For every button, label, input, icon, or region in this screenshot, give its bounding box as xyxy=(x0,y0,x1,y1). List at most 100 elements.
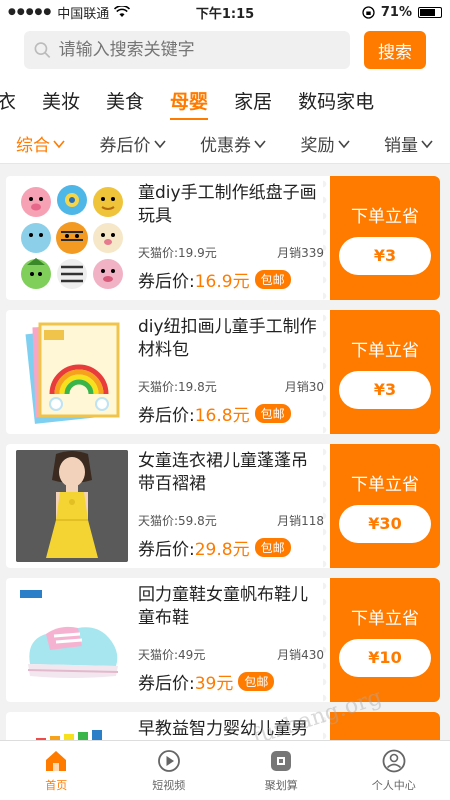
product-meta: 天猫价:19.9元 月销339 xyxy=(138,244,324,261)
order-save-label: 下单立省 xyxy=(351,608,419,629)
order-save-panel[interactable]: 下单立省 ¥3 xyxy=(323,310,440,434)
search-icon xyxy=(34,42,51,58)
product-info: 女童连衣裙儿童蓬蓬吊带百褶裙 天猫价:59.8元 月销118 券后价: 29.8… xyxy=(128,444,330,568)
search-input[interactable] xyxy=(58,40,350,60)
category-tab-food[interactable]: 美食 xyxy=(93,76,157,124)
category-tab-electronics[interactable]: 数码家电 xyxy=(285,76,387,124)
monthly-sales: 月销30 xyxy=(284,380,324,394)
sort-tab-label: 奖励 xyxy=(300,136,335,156)
savings-button[interactable]: ¥3 xyxy=(339,236,431,275)
category-tab-baby[interactable]: 母婴 xyxy=(157,76,221,124)
coupon-price: 29.8元 xyxy=(194,540,250,560)
category-tab-home[interactable]: 家居 xyxy=(221,76,285,124)
product-image-paper-plate-crafts xyxy=(16,182,128,294)
product-image-girls-dress xyxy=(16,450,128,562)
category-tab-beauty[interactable]: 美妆 xyxy=(29,76,93,124)
tmall-price: 天猫价:19.9元 xyxy=(138,246,217,260)
search-row: 搜索 xyxy=(0,24,450,76)
coupon-price-line: 券后价: 16.8元 包邮 xyxy=(138,401,324,426)
product-card[interactable]: 回力童鞋女童帆布鞋儿童布鞋 天猫价:49元 月销430 券后价: 39元 包邮 … xyxy=(6,578,440,702)
savings-button[interactable]: ¥3 xyxy=(339,370,431,409)
chevron-down-icon xyxy=(337,139,350,148)
product-meta: 天猫价:49元 月销430 xyxy=(138,646,324,663)
bottom-tab-bar: 首页 短视频 聚划算 个人中心 xyxy=(0,740,450,800)
product-meta: 天猫价:59.8元 月销118 xyxy=(138,512,324,529)
tab-home[interactable]: 首页 xyxy=(0,741,113,800)
product-card[interactable]: diy纽扣画儿童手工制作材料包 天猫价:19.8元 月销30 券后价: 16.8… xyxy=(6,310,440,434)
sort-tab-reward[interactable]: 奖励 xyxy=(301,131,351,156)
coupon-price-label: 券后价: xyxy=(138,540,195,560)
free-shipping-badge: 包邮 xyxy=(254,404,291,423)
tab-label: 短视频 xyxy=(152,779,186,792)
coupon-price-line: 券后价: 29.8元 包邮 xyxy=(138,535,324,560)
chevron-down-icon xyxy=(421,139,433,148)
play-icon xyxy=(157,750,180,772)
sort-tab-label: 券后价 xyxy=(99,136,151,156)
product-meta: 天猫价:19.8元 月销30 xyxy=(138,378,324,395)
tmall-price: 天猫价:59.8元 xyxy=(138,514,217,528)
savings-button[interactable]: ¥10 xyxy=(339,638,431,677)
status-right: 71% xyxy=(362,5,442,20)
tab-label: 首页 xyxy=(45,779,68,792)
category-tabs: 内衣 美妆 美食 母婴 家居 数码家电 xyxy=(0,76,450,124)
order-save-panel[interactable]: 下单立省 ¥10 xyxy=(323,578,440,702)
tab-short-video[interactable]: 短视频 xyxy=(113,741,226,800)
coupon-price-line: 券后价: 39元 包邮 xyxy=(138,669,324,694)
battery-percent: 71% xyxy=(380,4,412,20)
signal-icon: ●●●●● xyxy=(8,7,53,17)
free-shipping-badge: 包邮 xyxy=(254,538,291,557)
product-card[interactable]: 童diy手工制作纸盘子画玩具 天猫价:19.9元 月销339 券后价: 16.9… xyxy=(6,176,440,300)
chevron-down-icon xyxy=(153,139,166,148)
product-title: 回力童鞋女童帆布鞋儿童布鞋 xyxy=(138,585,308,628)
product-info: 童diy手工制作纸盘子画玩具 天猫价:19.9元 月销339 券后价: 16.9… xyxy=(128,176,330,300)
free-shipping-badge: 包邮 xyxy=(238,672,275,691)
status-left: ●●●●● 中国联通 xyxy=(8,3,362,22)
deal-icon xyxy=(271,751,292,771)
tab-label: 聚划算 xyxy=(264,779,298,792)
wifi-icon xyxy=(114,6,131,17)
tab-profile[interactable]: 个人中心 xyxy=(338,741,450,800)
monthly-sales: 月销339 xyxy=(277,246,324,260)
coupon-price-line: 券后价: 16.9元 包邮 xyxy=(138,267,324,292)
product-image-button-art-kit xyxy=(16,316,128,428)
battery-icon xyxy=(418,6,442,18)
coupon-price: 39元 xyxy=(194,674,234,694)
product-image-canvas-shoes xyxy=(16,584,128,696)
coupon-price-label: 券后价: xyxy=(138,674,195,694)
sort-tabs: 综合 券后价 优惠券 奖励 销量 xyxy=(0,124,450,164)
carrier-label: 中国联通 xyxy=(57,6,110,22)
chevron-down-icon xyxy=(254,139,266,148)
search-box[interactable] xyxy=(24,31,350,69)
sort-tab-label: 优惠券 xyxy=(200,136,251,156)
sort-tab-overall[interactable]: 综合 xyxy=(16,131,66,156)
coupon-price: 16.9元 xyxy=(194,272,250,292)
home-icon xyxy=(46,751,67,771)
savings-button[interactable]: ¥30 xyxy=(339,504,431,543)
order-save-label: 下单立省 xyxy=(351,206,419,227)
product-title: 童diy手工制作纸盘子画玩具 xyxy=(138,183,317,226)
sort-tab-sales[interactable]: 销量 xyxy=(384,131,434,156)
sort-tab-coupon-price[interactable]: 券后价 xyxy=(100,131,167,156)
monthly-sales: 月销118 xyxy=(277,514,324,528)
chevron-down-icon xyxy=(53,139,65,148)
product-info: 回力童鞋女童帆布鞋儿童布鞋 天猫价:49元 月销430 券后价: 39元 包邮 xyxy=(128,578,330,702)
order-save-panel[interactable]: 下单立省 ¥30 xyxy=(323,444,440,568)
rotation-lock-icon xyxy=(362,5,375,19)
product-info: diy纽扣画儿童手工制作材料包 天猫价:19.8元 月销30 券后价: 16.8… xyxy=(128,310,330,434)
sort-tab-label: 综合 xyxy=(16,136,50,156)
tab-deals[interactable]: 聚划算 xyxy=(225,741,338,800)
order-save-label: 下单立省 xyxy=(351,340,419,361)
product-title: diy纽扣画儿童手工制作材料包 xyxy=(138,317,317,360)
product-card[interactable]: 女童连衣裙儿童蓬蓬吊带百褶裙 天猫价:59.8元 月销118 券后价: 29.8… xyxy=(6,444,440,568)
coupon-price-label: 券后价: xyxy=(138,272,195,292)
category-tab-underwear[interactable]: 内衣 xyxy=(0,76,29,124)
order-save-panel[interactable]: 下单立省 ¥3 xyxy=(323,176,440,300)
tmall-price: 天猫价:19.8元 xyxy=(138,380,217,394)
order-save-label: 下单立省 xyxy=(351,474,419,495)
sort-tab-label: 销量 xyxy=(384,136,418,156)
tmall-price: 天猫价:49元 xyxy=(138,648,206,662)
search-button[interactable]: 搜索 xyxy=(364,31,426,69)
status-bar: ●●●●● 中国联通 下午1:15 71% xyxy=(0,0,450,24)
sort-tab-coupon[interactable]: 优惠券 xyxy=(200,131,267,156)
free-shipping-badge: 包邮 xyxy=(254,270,291,289)
